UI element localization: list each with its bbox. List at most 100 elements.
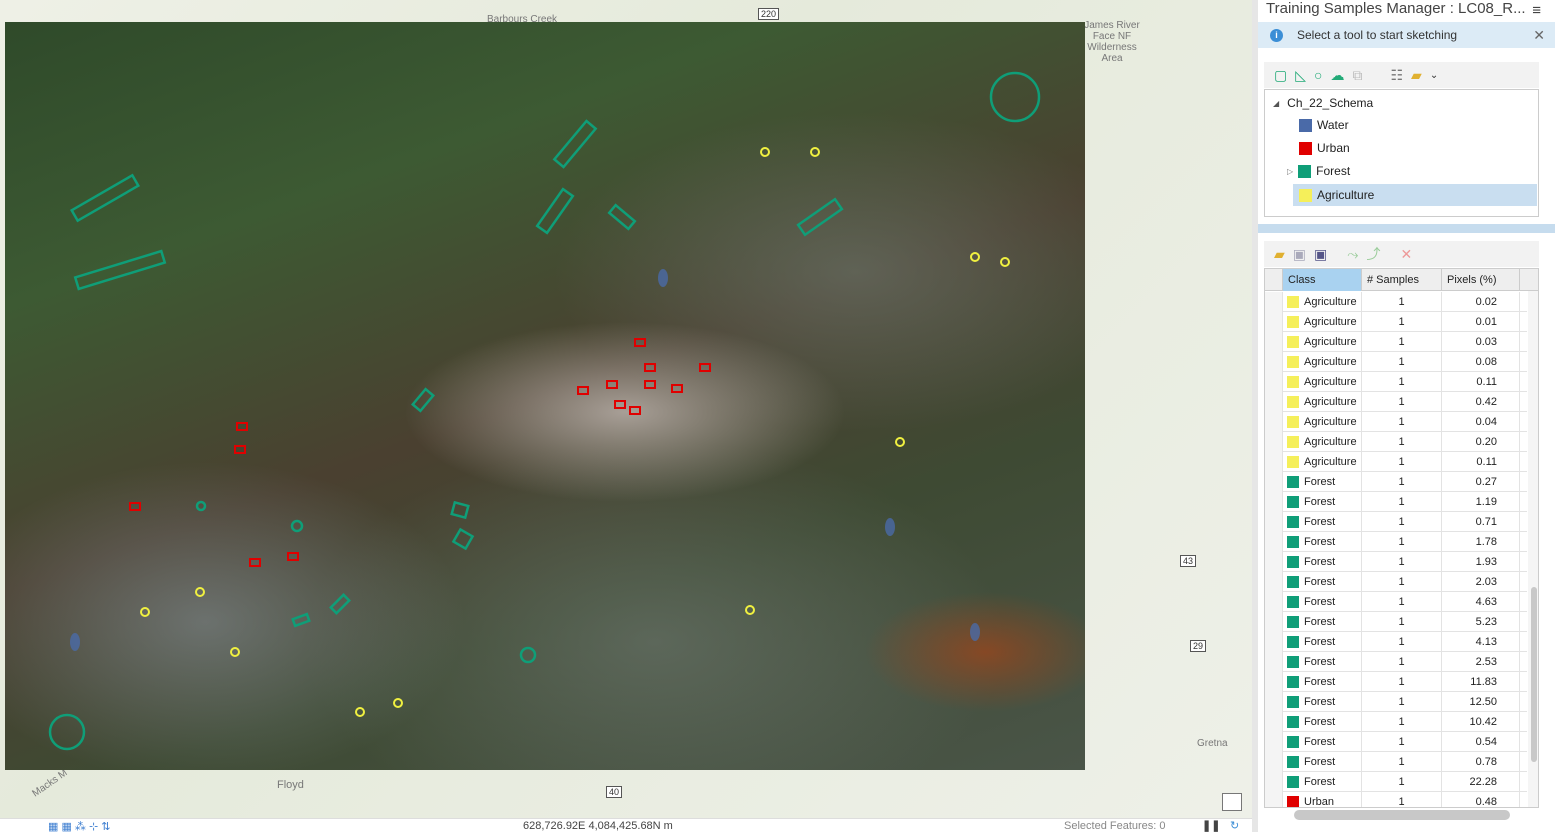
open-folder-icon[interactable]: ▰ (1274, 246, 1285, 263)
table-row[interactable]: Forest 1 0.78 (1265, 752, 1527, 772)
table-row[interactable]: Agriculture 1 0.11 (1265, 452, 1527, 472)
table-row[interactable]: Forest 1 2.53 (1265, 652, 1527, 672)
table-row[interactable]: Forest 1 12.50 (1265, 692, 1527, 712)
urban-sample[interactable] (236, 422, 248, 431)
close-icon[interactable]: ✕ (1533, 27, 1545, 44)
layout-icons[interactable]: ▦ ▦ ⁂ ⊹ ⇅ (48, 820, 110, 833)
urban-sample[interactable] (614, 400, 626, 409)
forest-sample[interactable] (290, 519, 304, 533)
refresh-icon[interactable]: ↻ (1230, 819, 1239, 832)
table-row[interactable]: Forest 1 5.23 (1265, 612, 1527, 632)
forest-sample[interactable] (48, 713, 86, 751)
horizontal-scrollbar[interactable] (1294, 810, 1510, 820)
table-row[interactable]: Agriculture 1 0.20 (1265, 432, 1527, 452)
agriculture-sample[interactable] (1000, 257, 1010, 267)
water-sample[interactable] (70, 633, 80, 651)
table-row[interactable]: Agriculture 1 0.01 (1265, 312, 1527, 332)
table-row[interactable]: Forest 1 4.63 (1265, 592, 1527, 612)
merge-icon[interactable]: ⤳ (1347, 246, 1358, 263)
table-row[interactable]: Forest 1 1.93 (1265, 552, 1527, 572)
column-header-class[interactable]: Class (1283, 269, 1362, 291)
agriculture-sample[interactable] (393, 698, 403, 708)
forest-sample[interactable] (451, 527, 475, 551)
agriculture-sample[interactable] (895, 437, 905, 447)
forest-sample[interactable] (519, 646, 537, 664)
delete-icon[interactable]: ✕ (1400, 246, 1412, 263)
basemap-icon[interactable] (1222, 793, 1242, 811)
freehand-icon[interactable]: ☁ (1330, 67, 1344, 84)
expand-icon[interactable]: ▷ (1287, 167, 1293, 176)
save-icon[interactable]: ▣ (1293, 246, 1306, 263)
agriculture-sample[interactable] (760, 147, 770, 157)
forest-sample[interactable] (410, 387, 436, 413)
forest-sample[interactable] (552, 119, 598, 169)
urban-sample[interactable] (287, 552, 299, 561)
agriculture-sample[interactable] (970, 252, 980, 262)
water-sample[interactable] (885, 518, 895, 536)
water-sample[interactable] (970, 623, 980, 641)
table-row[interactable]: Forest 1 0.27 (1265, 472, 1527, 492)
selected-features-count[interactable]: Selected Features: 0 (1064, 820, 1166, 832)
forest-sample[interactable] (607, 203, 637, 231)
column-header-samples[interactable]: # Samples (1362, 269, 1442, 291)
forest-sample[interactable] (291, 612, 311, 628)
forest-sample[interactable] (796, 197, 844, 237)
map-view[interactable]: Barbours Creek James River Face NF Wilde… (0, 0, 1252, 818)
agriculture-sample[interactable] (810, 147, 820, 157)
urban-sample[interactable] (699, 363, 711, 372)
urban-sample[interactable] (129, 502, 141, 511)
forest-sample[interactable] (329, 593, 351, 615)
table-row[interactable]: Forest 1 1.78 (1265, 532, 1527, 552)
split-icon[interactable]: ⤴ (1366, 244, 1380, 264)
table-row[interactable]: Forest 1 0.54 (1265, 732, 1527, 752)
select-segment-icon[interactable]: ⧉ (1352, 67, 1362, 84)
table-row[interactable]: Forest 1 0.71 (1265, 512, 1527, 532)
pane-splitter[interactable] (1258, 224, 1555, 233)
table-row[interactable]: Forest 1 4.13 (1265, 632, 1527, 652)
table-row[interactable]: Agriculture 1 0.42 (1265, 392, 1527, 412)
water-sample[interactable] (658, 269, 668, 287)
agriculture-sample[interactable] (745, 605, 755, 615)
table-row[interactable]: Agriculture 1 0.11 (1265, 372, 1527, 392)
table-row[interactable]: Urban 1 0.48 (1265, 792, 1527, 807)
urban-sample[interactable] (629, 406, 641, 415)
chevron-down-icon[interactable]: ⌄ (1430, 70, 1438, 81)
urban-sample[interactable] (606, 380, 618, 389)
class-item-forest[interactable]: ▷ Forest (1287, 160, 1350, 182)
table-row[interactable]: Agriculture 1 0.03 (1265, 332, 1527, 352)
vertical-scrollbar[interactable] (1528, 291, 1538, 807)
forest-sample[interactable] (69, 173, 141, 223)
pause-icon[interactable]: ❚❚ (1202, 819, 1220, 832)
scrollbar-thumb[interactable] (1531, 587, 1537, 762)
urban-sample[interactable] (577, 386, 589, 395)
forest-sample[interactable] (195, 500, 207, 512)
class-item-water[interactable]: Water (1299, 114, 1349, 136)
agriculture-sample[interactable] (230, 647, 240, 657)
class-item-urban[interactable]: Urban (1299, 137, 1350, 159)
forest-sample[interactable] (535, 187, 575, 235)
column-header-pixels[interactable]: Pixels (%) (1442, 269, 1520, 291)
table-row[interactable]: Forest 1 11.83 (1265, 672, 1527, 692)
circle-icon[interactable]: ○ (1314, 67, 1322, 83)
table-row[interactable]: Agriculture 1 0.04 (1265, 412, 1527, 432)
table-row[interactable]: Agriculture 1 0.02 (1265, 292, 1527, 312)
open-folder-icon[interactable]: ▰ (1411, 67, 1422, 84)
table-row[interactable]: Forest 1 1.19 (1265, 492, 1527, 512)
agriculture-sample[interactable] (195, 587, 205, 597)
forest-sample[interactable] (73, 249, 167, 291)
agriculture-sample[interactable] (355, 707, 365, 717)
urban-sample[interactable] (634, 338, 646, 347)
class-item-agriculture[interactable]: Agriculture (1293, 184, 1537, 206)
table-row[interactable]: Forest 1 2.03 (1265, 572, 1527, 592)
table-row[interactable]: Forest 1 22.28 (1265, 772, 1527, 792)
urban-sample[interactable] (249, 558, 261, 567)
urban-sample[interactable] (234, 445, 246, 454)
save-as-icon[interactable]: ▣ (1314, 246, 1327, 263)
urban-sample[interactable] (671, 384, 683, 393)
polygon-icon[interactable]: ◺ (1295, 67, 1306, 84)
agriculture-sample[interactable] (140, 607, 150, 617)
urban-sample[interactable] (644, 380, 656, 389)
forest-sample[interactable] (450, 500, 470, 520)
pane-menu-icon[interactable]: ≡ (1532, 2, 1541, 19)
table-row[interactable]: Forest 1 10.42 (1265, 712, 1527, 732)
